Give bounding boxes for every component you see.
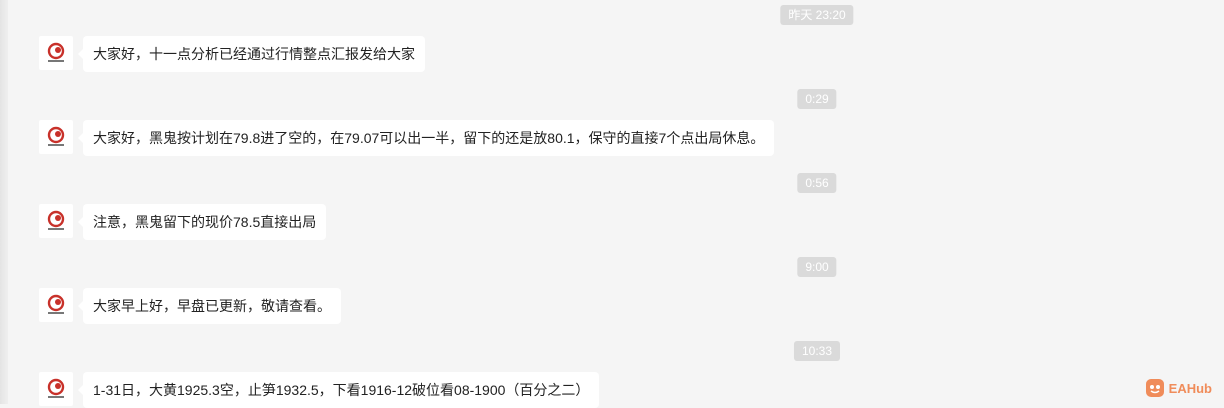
sender-logo-icon <box>47 378 65 398</box>
eahub-watermark: EAHub <box>1145 378 1212 398</box>
sender-logo-icon <box>47 126 65 146</box>
timestamp: 0:29 <box>797 89 837 109</box>
timestamp: 9:00 <box>797 257 837 277</box>
sender-logo-icon <box>47 294 65 314</box>
sender-logo-icon <box>47 210 65 230</box>
timestamp: 10:33 <box>793 341 841 361</box>
watermark-label: EAHub <box>1168 380 1212 396</box>
chat-message-list[interactable]: 昨天 23:20 大家好，十一点分析已经通过行情整点汇报发给大家 0:29 大家… <box>0 0 1224 408</box>
avatar[interactable] <box>39 204 73 238</box>
message-bubble[interactable]: 大家早上好，早盘已更新，敬请查看。 <box>78 288 341 324</box>
avatar[interactable] <box>39 372 73 406</box>
avatar[interactable] <box>39 36 73 70</box>
message-bubble[interactable]: 注意，黑鬼留下的现价78.5直接出局 <box>77 204 327 240</box>
eahub-logo-icon <box>1145 379 1164 397</box>
message-bubble[interactable]: 大家好，黑鬼按计划在79.8进了空的，在79.07可以出一半，留下的还是放80.… <box>77 120 775 156</box>
avatar[interactable] <box>39 288 73 322</box>
message-bubble[interactable]: 1-31日，大黄1925.3空，止笋1932.5，下看1916-12破位看08-… <box>77 372 600 408</box>
message-bubble[interactable]: 大家好，十一点分析已经通过行情整点汇报发给大家 <box>78 36 425 72</box>
timestamp: 昨天 23:20 <box>780 5 854 25</box>
avatar[interactable] <box>39 120 73 154</box>
timestamp: 0:56 <box>797 173 837 193</box>
sender-logo-icon <box>47 42 65 62</box>
